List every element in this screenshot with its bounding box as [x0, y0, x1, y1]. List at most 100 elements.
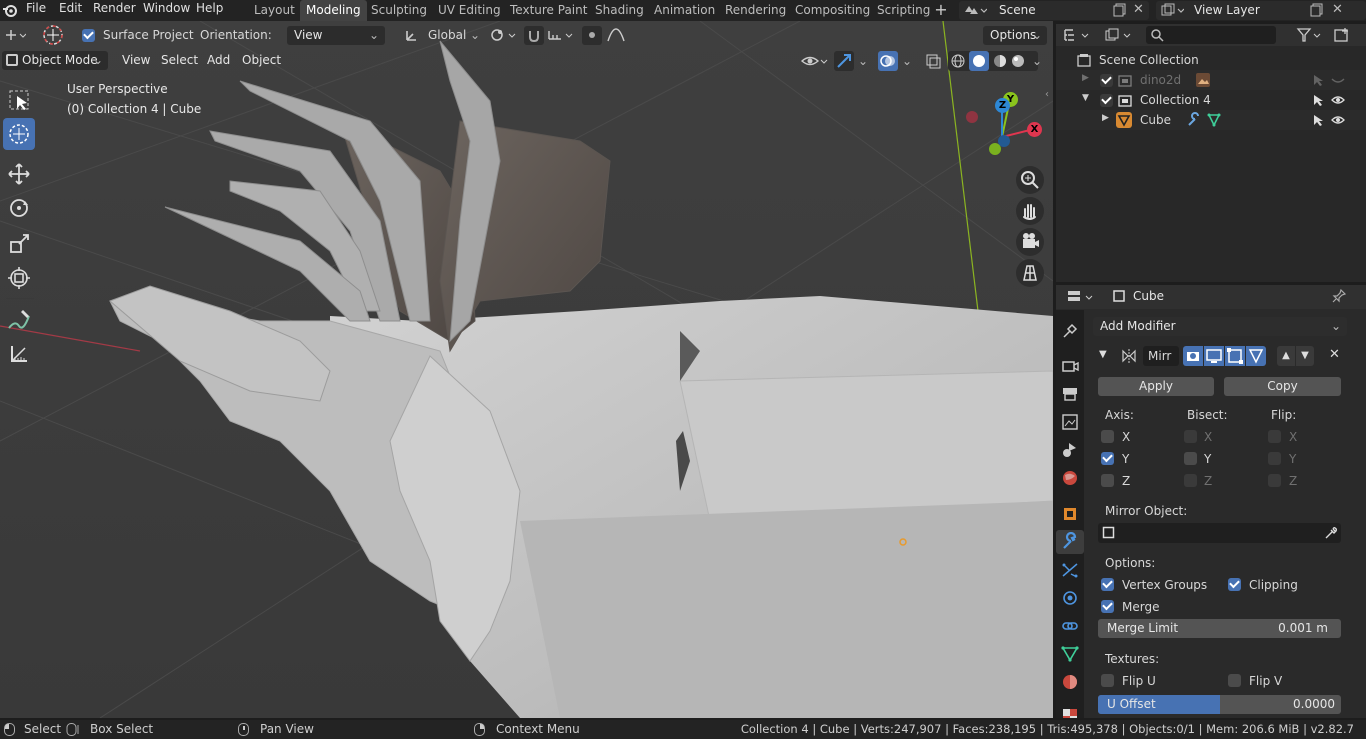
flip-x-checkbox[interactable] — [1268, 430, 1281, 443]
constraints-tab-icon[interactable] — [1060, 616, 1080, 636]
snap-toggle-icon[interactable] — [524, 26, 544, 45]
axis-y-checkbox[interactable] — [1101, 452, 1114, 465]
menu-select[interactable]: Select — [154, 51, 205, 70]
3d-viewport[interactable]: User Perspective (0) Collection 4 | Cube… — [0, 21, 1053, 718]
scale-tool-icon[interactable] — [3, 228, 35, 260]
move-tool-icon[interactable] — [3, 158, 35, 190]
viewport-scene[interactable] — [0, 21, 1053, 718]
copy-button[interactable]: Copy — [1224, 377, 1341, 396]
material-tab-icon[interactable] — [1060, 672, 1080, 692]
transform-pivot-icon[interactable] — [4, 27, 26, 43]
physics-tab-icon[interactable] — [1060, 588, 1080, 608]
selectable-arrow-icon[interactable] — [1311, 93, 1325, 107]
rendered-shading-icon[interactable] — [1010, 53, 1026, 69]
visibility-eye-icon[interactable] — [1331, 93, 1345, 107]
scene-selector[interactable]: Scene ✕ — [959, 1, 1149, 20]
modifier-name-field[interactable]: Mirr — [1143, 346, 1179, 366]
move-down-icon[interactable]: ▼ — [1296, 346, 1314, 366]
hidden-eye-icon[interactable] — [1331, 73, 1345, 87]
annotate-tool-icon[interactable] — [3, 304, 35, 336]
flip-z-checkbox[interactable] — [1268, 474, 1281, 487]
bisect-z-checkbox[interactable] — [1184, 474, 1197, 487]
cursor-tool-icon[interactable] — [3, 118, 35, 150]
axis-x-checkbox[interactable] — [1101, 430, 1114, 443]
chevron-down-icon[interactable]: ⌄ — [1032, 54, 1042, 68]
remove-modifier-icon[interactable]: ✕ — [1329, 347, 1340, 362]
menu-window[interactable]: Window — [139, 0, 194, 21]
view-layer-selector[interactable]: View Layer ✕ — [1156, 1, 1366, 20]
menu-edit[interactable]: Edit — [55, 0, 86, 21]
sidebar-toggle-icon[interactable]: ‹ — [1045, 89, 1053, 103]
wrench-modifier-icon[interactable] — [1186, 112, 1202, 128]
realtime-display-icon[interactable] — [1204, 346, 1224, 366]
bisect-y-checkbox[interactable] — [1184, 452, 1197, 465]
u-offset-slider[interactable]: U Offset 0.0000 — [1098, 695, 1341, 714]
snap-target-icon[interactable] — [547, 27, 577, 43]
apply-button[interactable]: Apply — [1098, 377, 1214, 396]
vertex-groups-checkbox[interactable] — [1101, 578, 1114, 591]
wrench-tab-icon[interactable] — [1060, 532, 1080, 552]
pan-hand-icon[interactable] — [1016, 197, 1044, 225]
menu-object[interactable]: Object — [235, 51, 288, 70]
move-up-icon[interactable]: ▲ — [1277, 346, 1295, 366]
render-tab-icon[interactable] — [1060, 356, 1080, 376]
visibility-eye-icon[interactable] — [1331, 113, 1345, 127]
duplicate-view-layer-icon[interactable] — [1310, 3, 1324, 17]
solid-shading-icon[interactable] — [969, 51, 989, 71]
properties-editor-type-icon[interactable] — [1066, 289, 1096, 305]
menu-render[interactable]: Render — [89, 0, 140, 21]
zoom-icon[interactable] — [1016, 166, 1044, 194]
view-layer-icon[interactable] — [1160, 3, 1184, 17]
select-box-tool-icon[interactable] — [3, 84, 35, 116]
merge-checkbox[interactable] — [1101, 600, 1114, 613]
camera-view-icon[interactable] — [1016, 228, 1044, 256]
new-collection-icon[interactable] — [1333, 27, 1351, 43]
display-mode-icon[interactable] — [1104, 27, 1136, 43]
mesh-data-icon[interactable] — [1206, 112, 1222, 128]
selectable-arrow-icon[interactable] — [1311, 113, 1325, 127]
tab-sculpting[interactable]: Sculpting — [365, 0, 433, 21]
transform-orientation-value[interactable]: Global — [428, 28, 466, 42]
chevron-down-icon[interactable]: ⌄ — [902, 54, 912, 68]
outliner-editor-type-icon[interactable] — [1062, 27, 1094, 43]
merge-limit-field[interactable]: Merge Limit 0.001 m — [1098, 619, 1341, 638]
edit-mode-display-icon[interactable] — [1225, 346, 1245, 366]
flip-v-checkbox[interactable] — [1228, 674, 1241, 687]
outliner-search-input[interactable] — [1146, 26, 1276, 44]
perspective-toggle-icon[interactable] — [1016, 259, 1044, 287]
menu-add[interactable]: Add — [200, 51, 237, 70]
view-layer-tab-icon[interactable] — [1060, 412, 1080, 432]
output-tab-icon[interactable] — [1060, 384, 1080, 404]
flip-y-checkbox[interactable] — [1268, 452, 1281, 465]
remove-view-layer-icon[interactable]: ✕ — [1332, 3, 1346, 17]
overlays-toggle-icon[interactable] — [878, 51, 898, 71]
surface-project-checkbox[interactable] — [82, 29, 95, 42]
material-shading-icon[interactable] — [992, 53, 1008, 69]
tab-rendering[interactable]: Rendering — [719, 0, 792, 21]
options-dropdown[interactable]: Options ⌄ — [983, 26, 1047, 45]
outliner-row-dino2d[interactable]: ▶ dino2d — [1056, 70, 1366, 90]
add-modifier-dropdown[interactable]: Add Modifier ⌄ — [1093, 317, 1347, 336]
wireframe-shading-icon[interactable] — [950, 53, 966, 69]
outliner-row-collection-4[interactable]: ▼ Collection 4 — [1056, 90, 1366, 110]
flip-u-checkbox[interactable] — [1101, 674, 1114, 687]
duplicate-scene-icon[interactable] — [1113, 3, 1127, 17]
pin-icon[interactable] — [1332, 289, 1346, 303]
tab-animation[interactable]: Animation — [648, 0, 721, 21]
mesh-data-tab-icon[interactable] — [1060, 644, 1080, 664]
mirror-object-field[interactable] — [1098, 523, 1341, 543]
modifier-tab-active[interactable] — [1056, 530, 1084, 554]
eyedropper-icon[interactable] — [1324, 526, 1338, 540]
tab-scripting[interactable]: Scripting — [871, 0, 936, 21]
blender-logo-icon[interactable] — [2, 2, 18, 18]
selectable-arrow-icon[interactable] — [1311, 73, 1325, 87]
collapse-modifier-icon[interactable]: ▼ — [1099, 349, 1107, 360]
expand-arrow-icon[interactable]: ▶ — [1082, 73, 1089, 83]
clipping-checkbox[interactable] — [1228, 578, 1241, 591]
chevron-down-icon[interactable]: ⌄ — [470, 28, 480, 42]
gizmo-toggle-icon[interactable] — [834, 51, 854, 71]
remove-scene-icon[interactable]: ✕ — [1133, 3, 1147, 17]
tab-layout[interactable]: Layout — [248, 0, 301, 21]
filter-icon[interactable] — [1296, 27, 1326, 43]
tab-texture-paint[interactable]: Texture Paint — [504, 0, 593, 21]
